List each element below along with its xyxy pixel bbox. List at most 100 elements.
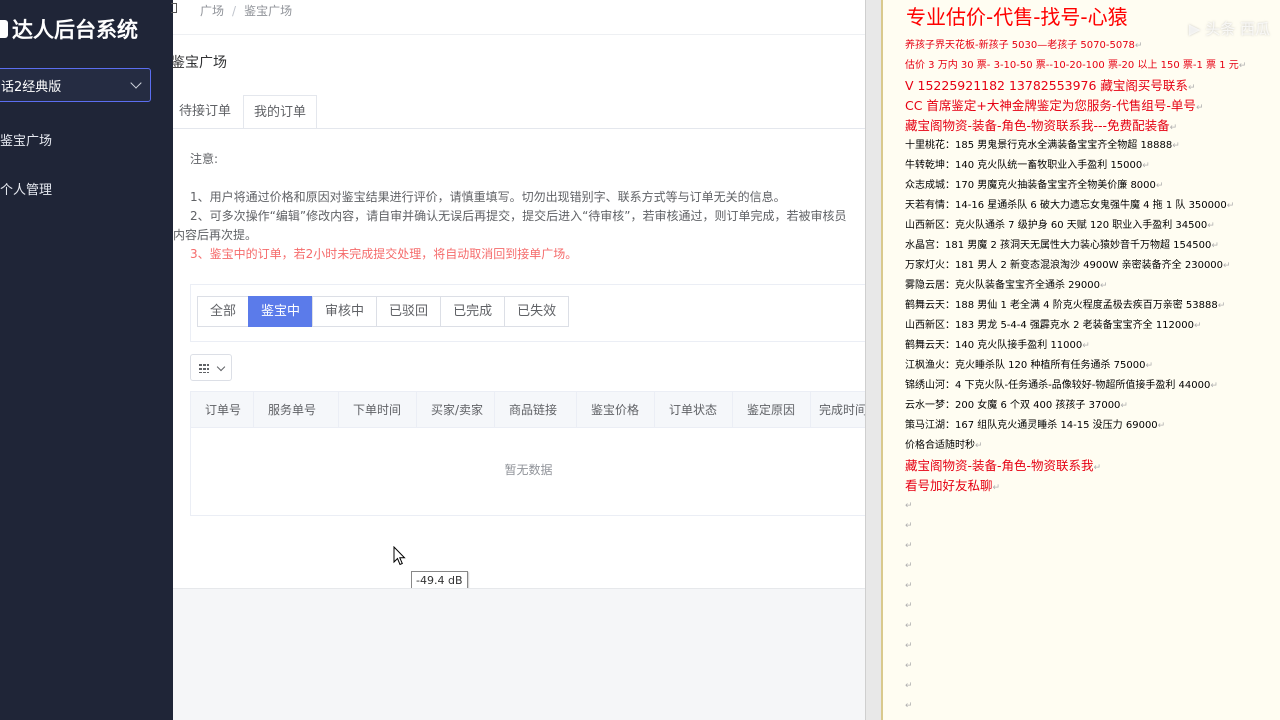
sidebar-item-appraisal-plaza[interactable]: 鉴宝广场: [0, 130, 52, 149]
document-line-text: 看号加好友私聊: [905, 478, 993, 493]
grid-icon: [199, 364, 209, 373]
document-line-text: 十里桃花：185 男鬼景行克水全满装备宝宝齐全物超 18888: [905, 140, 1173, 151]
paragraph-mark-icon: ↵: [1226, 201, 1235, 211]
empty-paragraph: ↵: [905, 676, 1275, 696]
document-line-text: 价格合适随时秒: [905, 440, 975, 451]
document-line: 云水一梦：200 女魔 6 个双 400 孩孩子 37000↵: [905, 396, 1275, 416]
document-line: 锦绣山河：4 下克火队-任务通杀-品像较好-物超所值接手盈利 44000↵: [905, 376, 1275, 396]
document-line-text: 鹤舞云天：188 男仙 1 老全满 4 阶克火程度孟极去疾百万亲密 53888: [905, 300, 1218, 311]
empty-paragraph: ↵: [905, 636, 1275, 656]
column-header-status[interactable]: 订单状态: [655, 392, 733, 428]
document-line: 藏宝阁物资-装备-角色-物资联系我↵: [905, 456, 1275, 476]
sidebar-item-personal[interactable]: 个人管理: [0, 179, 52, 198]
document-line-text: 天若有情：14-16 星通杀队 6 破大力遗忘女鬼强牛魔 4 拖 1 队 350…: [905, 200, 1227, 211]
paragraph-mark-icon: ↵: [1207, 221, 1215, 231]
paragraph-mark-icon: ↵: [905, 501, 913, 511]
document-line-text: 云水一梦：200 女魔 6 个双 400 孩孩子 37000: [905, 400, 1121, 411]
paragraph-mark-icon: ↵: [905, 561, 913, 571]
notice-block: 注意: 1、用户将通过价格和原因对鉴宝结果进行评价，请慎重填写。切勿出现错别字、…: [173, 150, 847, 264]
chevron-down-icon: [130, 77, 142, 89]
document-line-text: 策马江湖：167 组队克火通灵睡杀 14-15 没压力 69000: [905, 420, 1158, 431]
paragraph-mark-icon: ↵: [1187, 83, 1196, 93]
version-select-value: 话2经典版: [1, 79, 62, 95]
orders-table: 订单号 服务单号 下单时间 买家/卖家 商品链接 鉴宝价格 订单状态 鉴定原因 …: [190, 391, 866, 516]
paragraph-mark-icon: ↵: [905, 601, 913, 611]
filter-all-button[interactable]: 全部: [197, 296, 250, 327]
table-header: 订单号 服务单号 下单时间 买家/卖家 商品链接 鉴宝价格 订单状态 鉴定原因 …: [191, 392, 866, 428]
document-line-text: 万家灯火：181 男人 2 新变态混浪淘沙 4900W 亲密装备齐全 23000…: [905, 260, 1224, 271]
mouse-cursor-icon: [393, 546, 406, 566]
version-select[interactable]: 话2经典版: [0, 68, 151, 102]
document-line: 江枫渔火：克火睡杀队 120 种植所有任务通杀 75000↵: [905, 356, 1275, 376]
document-line: 天若有情：14-16 星通杀队 6 破大力遗忘女鬼强牛魔 4 拖 1 队 350…: [905, 196, 1275, 216]
paragraph-mark-icon: ↵: [975, 441, 983, 451]
document-line: 估价 3 万内 30 票- 3-10-50 票--10-20-100 票-20 …: [905, 56, 1275, 76]
menu-toggle-icon[interactable]: [171, 3, 177, 13]
brand-title: 达人后台系统: [12, 18, 138, 42]
paragraph-mark-icon: ↵: [1195, 103, 1204, 113]
document-line-text: 水晶宫：181 男魔 2 孩洞天无属性大力装心猿妙音千万物超 154500: [905, 240, 1212, 251]
tab-pending-orders[interactable]: 待接订单: [172, 95, 238, 129]
column-header-finish-time[interactable]: 完成时间: [811, 392, 866, 428]
empty-paragraph: ↵: [905, 696, 1275, 716]
logo-icon: [0, 20, 8, 38]
document-line: 鹤舞云天：140 克火队接手盈利 11000↵: [905, 336, 1275, 356]
column-header-order-time[interactable]: 下单时间: [339, 392, 417, 428]
document-panel: 专业估价-代售-找号-心猿 ▶ 头条 西瓜 养孩子界天花板-新孩子 5030—老…: [881, 0, 1280, 720]
breadcrumb-current: 鉴宝广场: [244, 4, 293, 18]
column-header-reason[interactable]: 鉴定原因: [733, 392, 811, 428]
breadcrumb-item[interactable]: 广场: [200, 4, 224, 18]
chevron-down-icon: [216, 362, 226, 372]
document-body: 养孩子界天花板-新孩子 5030—老孩子 5070-5078↵ 估价 3 万内 3…: [905, 36, 1275, 716]
filter-completed-button[interactable]: 已完成: [440, 296, 506, 327]
filter-appraising-button[interactable]: 鉴宝中: [248, 296, 314, 327]
column-header-order-id[interactable]: 订单号: [191, 392, 254, 428]
column-header-price[interactable]: 鉴宝价格: [577, 392, 655, 428]
breadcrumb: 广场 / 鉴宝广场: [200, 4, 293, 18]
filter-expired-button[interactable]: 已失效: [504, 296, 570, 327]
window-divider[interactable]: [865, 0, 881, 720]
column-header-buyer-seller[interactable]: 买家/卖家: [417, 392, 495, 428]
paragraph-mark-icon: ↵: [1157, 421, 1166, 431]
paragraph-mark-icon: ↵: [1211, 241, 1219, 251]
empty-paragraph: ↵: [905, 496, 1275, 516]
document-line: 牛转乾坤：140 克火队统一畜牧职业入手盈利 15000↵: [905, 156, 1275, 176]
paragraph-mark-icon: ↵: [1093, 463, 1102, 473]
document-line: 万家灯火：181 男人 2 新变态混浪淘沙 4900W 亲密装备齐全 23000…: [905, 256, 1275, 276]
paragraph-mark-icon: ↵: [905, 621, 913, 631]
paragraph-mark-icon: ↵: [1169, 123, 1178, 133]
paragraph-mark-icon: ↵: [1145, 361, 1153, 371]
paragraph-mark-icon: ↵: [905, 661, 913, 671]
empty-paragraph: ↵: [905, 536, 1275, 556]
empty-state: 暂无数据: [504, 463, 553, 477]
paragraph-mark-icon: ↵: [1194, 321, 1202, 331]
column-header-item-link[interactable]: 商品链接: [495, 392, 577, 428]
document-line-text: 锦绣山河：4 下克火队-任务通杀-品像较好-物超所值接手盈利 44000: [905, 380, 1211, 391]
paragraph-mark-icon: ↵: [905, 681, 913, 691]
column-toggle-button[interactable]: [190, 354, 232, 381]
paragraph-mark-icon: ↵: [1082, 341, 1090, 351]
document-line: 山西新区：183 男龙 5-4-4 强霹克水 2 老装备宝宝齐全 112000↵: [905, 316, 1275, 336]
paragraph-mark-icon: ↵: [1134, 41, 1143, 51]
filter-rejected-button[interactable]: 已驳回: [376, 296, 442, 327]
paragraph-mark-icon: ↵: [992, 483, 1001, 493]
tab-my-orders[interactable]: 我的订单: [243, 95, 317, 129]
status-filter-panel: 全部 鉴宝中 审核中 已驳回 已完成 已失效: [190, 284, 865, 342]
brand: 达人后台系统: [0, 12, 138, 46]
paragraph-mark-icon: ↵: [905, 701, 913, 711]
notice-line: 1、用户将通过价格和原因对鉴宝结果进行评价，请慎重填写。切勿出现错别字、联系方式…: [190, 190, 786, 204]
document-line: V 15225921182 13782553976 藏宝阁买号联系↵: [905, 76, 1275, 96]
document-title: 专业估价-代售-找号-心猿: [906, 5, 1128, 29]
paragraph-mark-icon: ↵: [1223, 261, 1231, 271]
content-footer-area: [173, 588, 865, 720]
document-line: 养孩子界天花板-新孩子 5030—老孩子 5070-5078↵: [905, 36, 1275, 56]
column-header-service-id[interactable]: 服务单号: [254, 392, 339, 428]
document-line: 雾隐云居：克火队装备宝宝齐全通杀 29000↵: [905, 276, 1275, 296]
document-line: 看号加好友私聊↵: [905, 476, 1275, 496]
document-line-text: 众志成城：170 男魔克火抽装备宝宝齐全物美价廉 8000: [905, 180, 1156, 191]
paragraph-mark-icon: ↵: [905, 581, 913, 591]
filter-reviewing-button[interactable]: 审核中: [312, 296, 378, 327]
page-title: 鉴宝广场: [171, 55, 227, 71]
empty-paragraph: ↵: [905, 616, 1275, 636]
main-panel: 广场 / 鉴宝广场 鉴宝广场 待接订单 我的订单 注意: 1、用户将通过价格和原因对…: [171, 0, 866, 720]
